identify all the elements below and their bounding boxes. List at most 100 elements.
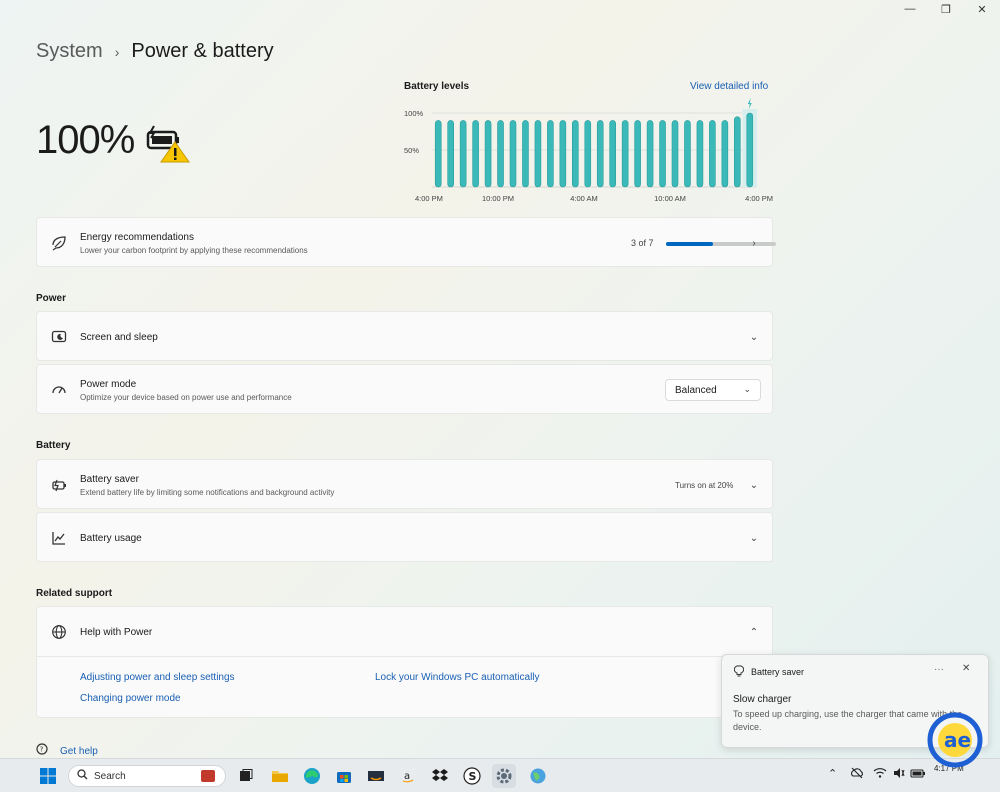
breadcrumb: System › Power & battery (36, 40, 274, 63)
battery-saver-card[interactable]: Battery saver Extend battery life by lim… (36, 459, 773, 509)
close-button[interactable]: ✕ (964, 0, 1000, 18)
wifi-icon[interactable] (873, 767, 887, 782)
screen-sleep-icon (51, 329, 67, 345)
more-options-icon[interactable]: ··· (934, 664, 944, 675)
svg-text:?: ? (40, 746, 44, 754)
search-placeholder: Search (94, 770, 126, 782)
toast-close-button[interactable]: ✕ (962, 663, 970, 674)
battery-usage-title: Battery usage (80, 533, 142, 544)
screen-and-sleep-card[interactable]: Screen and sleep ⌄ (36, 311, 773, 361)
section-battery: Battery (36, 440, 71, 451)
svg-text:a: a (404, 771, 410, 782)
breadcrumb-system[interactable]: System (36, 40, 103, 63)
battery-saver-icon (51, 477, 67, 493)
maximize-button[interactable]: ❐ (928, 0, 964, 18)
energy-recommendations-subtitle: Lower your carbon footprint by applying … (80, 246, 308, 255)
x-tick-label: 10:00 AM (654, 194, 686, 203)
battery-level-bar[interactable] (609, 120, 616, 188)
battery-level-bar[interactable] (684, 120, 691, 188)
battery-level-bar[interactable] (709, 120, 716, 188)
battery-level-bar[interactable] (596, 120, 604, 188)
power-mode-dropdown[interactable]: Balanced ⌄ (665, 379, 761, 401)
battery-level-bar[interactable] (584, 120, 592, 188)
minimize-button[interactable]: — (892, 0, 928, 18)
svg-text:ae: ae (944, 728, 971, 752)
battery-level-bar[interactable] (734, 116, 741, 188)
battery-level-bar[interactable] (509, 120, 517, 188)
store-icon[interactable] (332, 764, 356, 788)
battery-levels-title: Battery levels (404, 81, 470, 92)
battery-level-bar[interactable] (634, 120, 641, 188)
chevron-down-icon[interactable]: ⌄ (748, 479, 760, 491)
battery-level-bar[interactable] (721, 120, 729, 188)
start-button[interactable] (36, 764, 60, 788)
battery-level-bar[interactable] (534, 120, 542, 188)
battery-level-bar[interactable] (671, 120, 679, 188)
search-highlight-icon (201, 770, 215, 782)
battery-level-bar[interactable] (447, 120, 454, 188)
x-tick-label: 10:00 PM (482, 194, 514, 203)
battery-level-bar[interactable] (459, 120, 467, 188)
leaf-icon (51, 235, 67, 251)
volume-icon[interactable] (893, 767, 905, 782)
toast-app-name: Battery saver (751, 667, 805, 677)
battery-level-bar[interactable] (621, 120, 629, 188)
battery-level-bar[interactable] (497, 120, 504, 188)
chevron-down-icon: ⌄ (743, 384, 751, 394)
breadcrumb-separator: › (114, 43, 120, 60)
task-view-icon[interactable] (234, 764, 258, 788)
x-tick-label: 4:00 PM (745, 194, 773, 203)
battery-level-bar[interactable] (659, 120, 666, 188)
battery-level-bar[interactable] (559, 120, 567, 188)
battery-level-bar[interactable] (522, 120, 529, 188)
amazon-shopping-icon[interactable] (364, 764, 388, 788)
help-link-changing-power-mode[interactable]: Changing power mode (80, 693, 181, 704)
chevron-right-icon: › (752, 237, 756, 249)
chevron-up-icon: ⌃ (749, 626, 759, 638)
search-icon (77, 769, 88, 783)
edge-browser-icon[interactable] (300, 764, 324, 788)
battery-level-bar[interactable] (572, 120, 579, 188)
chevron-down-icon[interactable]: ⌄ (748, 532, 760, 544)
energy-recommendations-title: Energy recommendations (80, 232, 194, 243)
recommendations-progress-fill (666, 242, 714, 246)
dropbox-icon[interactable] (428, 764, 452, 788)
battery-level-bar[interactable] (484, 120, 492, 188)
chevron-down-icon[interactable]: ⌄ (748, 331, 760, 343)
battery-level-bar[interactable] (696, 120, 704, 188)
battery-level-bar[interactable] (547, 120, 554, 188)
section-power: Power (36, 293, 67, 304)
battery-saver-status: Turns on at 20% (675, 481, 734, 490)
show-hidden-icons-chevron-icon[interactable]: ⌃ (828, 767, 837, 780)
help-link-adjusting-power[interactable]: Adjusting power and sleep settings (80, 672, 235, 683)
battery-usage-card[interactable]: Battery usage ⌄ (36, 512, 773, 562)
battery-level-bar[interactable] (434, 120, 442, 188)
globe-app-icon[interactable] (526, 764, 550, 788)
taskbar-search[interactable]: Search (68, 765, 226, 787)
file-explorer-icon[interactable] (268, 764, 292, 788)
svg-text:S: S (469, 770, 477, 783)
get-help-label: Get help (60, 746, 98, 757)
battery-warning-icon (146, 124, 190, 164)
battery-tray-icon[interactable] (910, 767, 926, 782)
battery-level-bar[interactable] (646, 120, 654, 188)
globe-icon (51, 624, 67, 640)
settings-gear-icon[interactable] (492, 764, 516, 788)
y-tick-label: 50% (404, 146, 419, 155)
energy-recommendations-card[interactable]: Energy recommendations Lower your carbon… (36, 217, 776, 267)
help-link-lock-windows[interactable]: Lock your Windows PC automatically (375, 672, 540, 683)
skype-s-icon[interactable]: S (460, 764, 484, 788)
section-related-support: Related support (36, 588, 113, 599)
help-with-power-header[interactable]: Help with Power ⌃ (37, 607, 772, 657)
battery-levels-chart: 100% 50% 4:00 PM 10:00 PM 4:00 AM 10:00 AM 4:0… (404, 98, 773, 203)
cloud-offline-icon[interactable] (850, 767, 864, 782)
battery-level-bar[interactable] (472, 120, 479, 188)
charging-bolt-icon (747, 98, 752, 109)
view-detailed-info-link[interactable]: View detailed info (690, 81, 768, 92)
battery-level-bar[interactable] (746, 112, 754, 188)
taskbar: Search a S ⌃ 4:17 PM ae (0, 712, 1000, 792)
power-mode-title: Power mode (80, 379, 137, 390)
power-mode-card: Power mode Optimize your device based on… (36, 364, 773, 414)
amazon-app-icon[interactable]: a (396, 764, 420, 788)
window-controls: — ❐ ✕ (892, 0, 1000, 18)
